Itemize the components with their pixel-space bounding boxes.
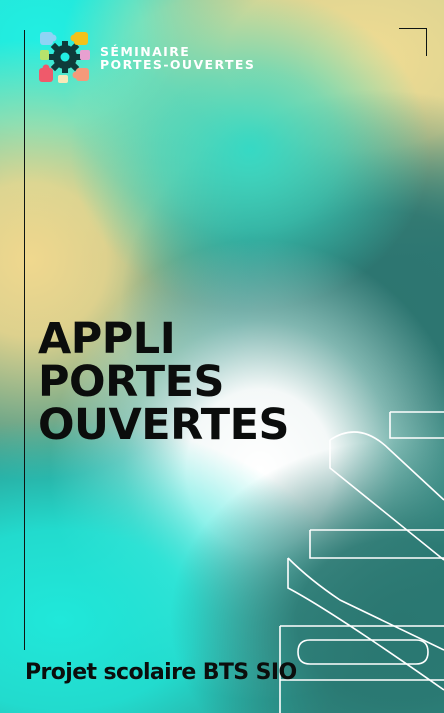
title-line-2: PORTES (38, 357, 224, 407)
title-line-3: OUVERTES (38, 400, 289, 450)
left-vertical-line (24, 30, 25, 650)
subtitle: Projet scolaire BTS SIO (25, 660, 297, 685)
gear-puzzle-logo-icon (39, 32, 90, 83)
brand-line-2: PORTES-OUVERTES (100, 57, 256, 72)
corner-bracket (399, 28, 427, 56)
title-line-1: APPLI (38, 314, 176, 364)
page-title: APPLI PORTES OUVERTES (38, 318, 289, 447)
poster: SÉMINAIRE PORTES-OUVERTES 2022 APPLI POR… (0, 0, 444, 713)
brand-name: SÉMINAIRE PORTES-OUVERTES (100, 45, 255, 71)
